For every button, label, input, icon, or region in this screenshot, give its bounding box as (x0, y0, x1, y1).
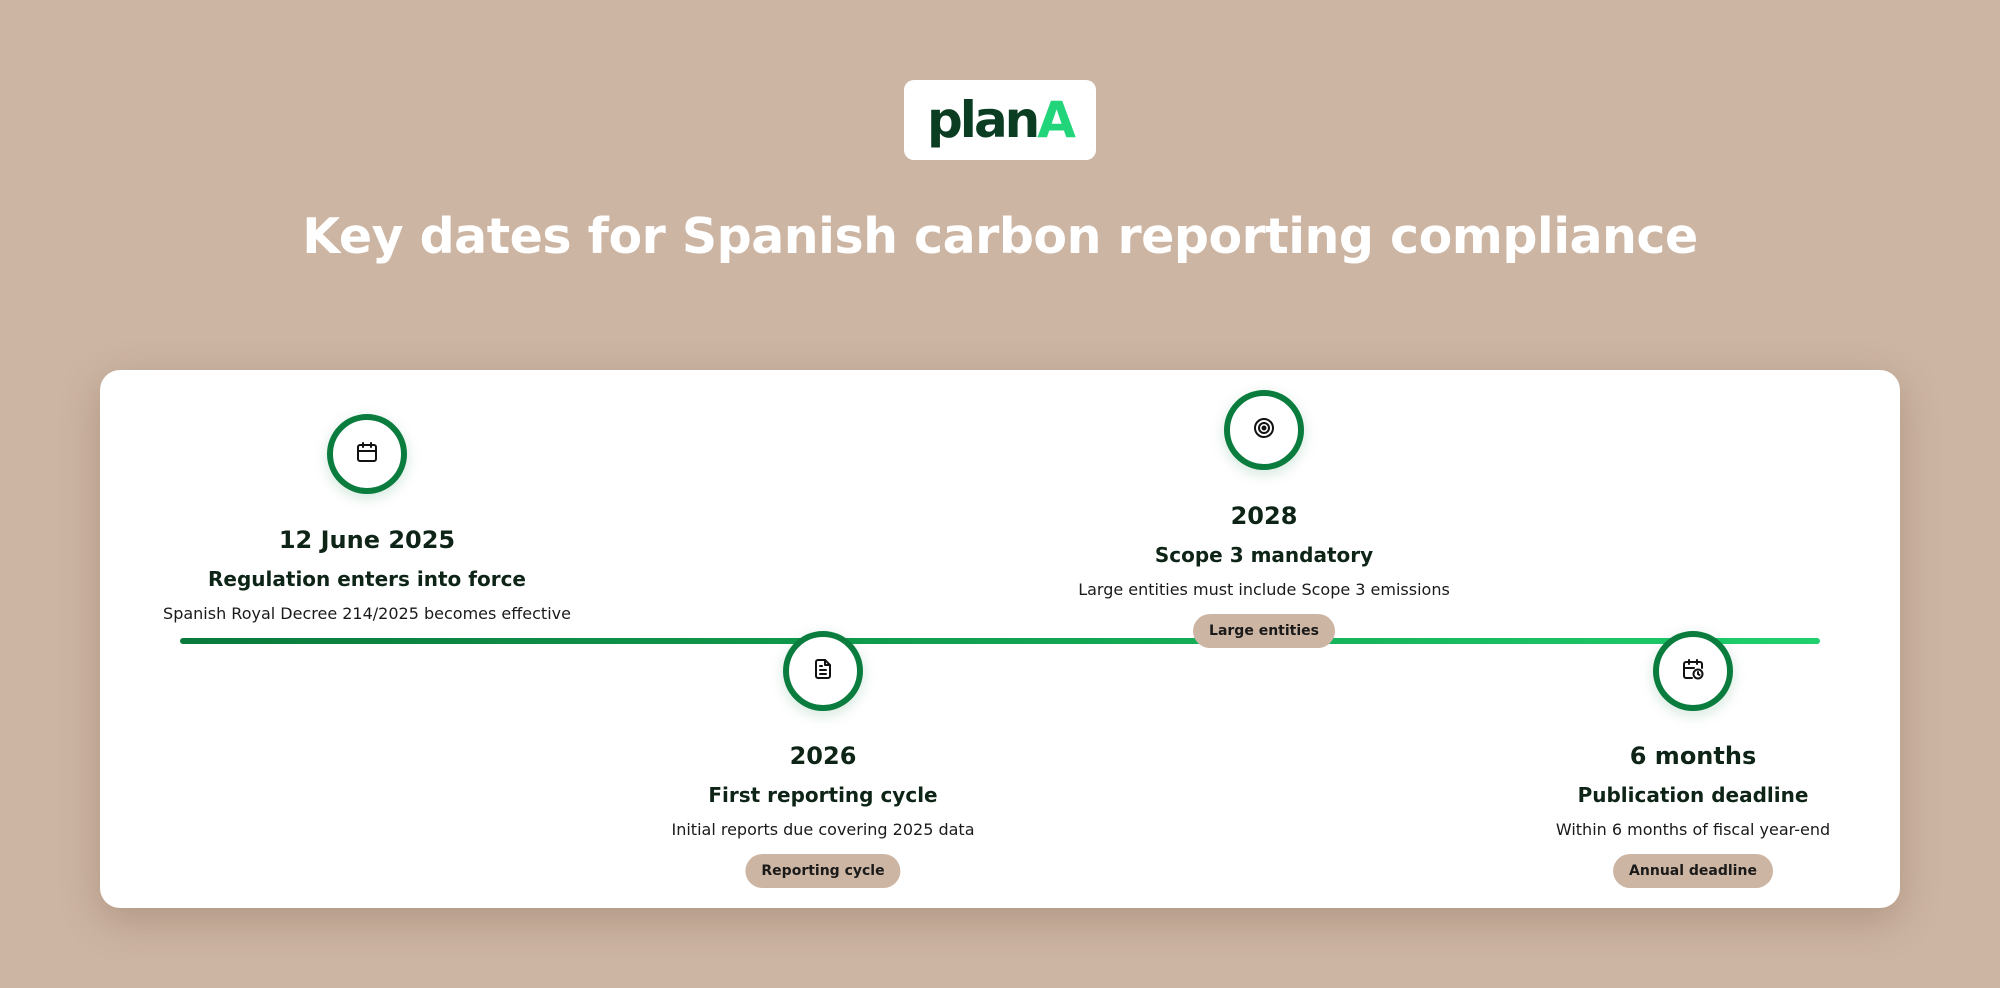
calendar-icon (355, 440, 379, 468)
milestone-title: Publication deadline (1577, 783, 1809, 807)
timeline-card: 12 June 2025 Regulation enters into forc… (100, 370, 1900, 908)
milestone-date: 2028 (1230, 502, 1298, 530)
milestone-date: 2026 (789, 742, 857, 770)
page-title: Key dates for Spanish carbon reporting c… (302, 208, 1698, 265)
milestone-badge: Large entities (1193, 614, 1335, 648)
milestone-description: Initial reports due covering 2025 data (671, 820, 975, 839)
logo-plan-text: plan (927, 91, 1040, 149)
milestone-icon-circle (327, 414, 407, 494)
milestone-date: 12 June 2025 (278, 526, 456, 554)
milestone-icon-circle (1653, 631, 1733, 711)
milestone-description: Large entities must include Scope 3 emis… (1078, 580, 1450, 599)
milestone-badge: Annual deadline (1613, 854, 1773, 888)
milestone-title: Regulation enters into force (208, 567, 526, 591)
milestone-title: First reporting cycle (708, 783, 938, 807)
plana-logo: planA (904, 80, 1096, 160)
page: planA Key dates for Spanish carbon repor… (0, 0, 2000, 988)
logo-a-text: A (1037, 91, 1076, 149)
document-icon (811, 657, 835, 685)
milestone-date: 6 months (1629, 742, 1757, 770)
milestone-description: Spanish Royal Decree 214/2025 becomes ef… (163, 604, 571, 623)
target-icon (1252, 416, 1276, 444)
logo-wordmark: planA (927, 95, 1076, 145)
milestone-title: Scope 3 mandatory (1154, 543, 1374, 567)
milestone-icon-circle (783, 631, 863, 711)
milestone-description: Within 6 months of fiscal year-end (1555, 820, 1831, 839)
milestone-badge: Reporting cycle (745, 854, 901, 888)
timeline-line (180, 638, 1820, 644)
milestone-icon-circle (1224, 390, 1304, 470)
calendar-clock-icon (1681, 657, 1705, 685)
